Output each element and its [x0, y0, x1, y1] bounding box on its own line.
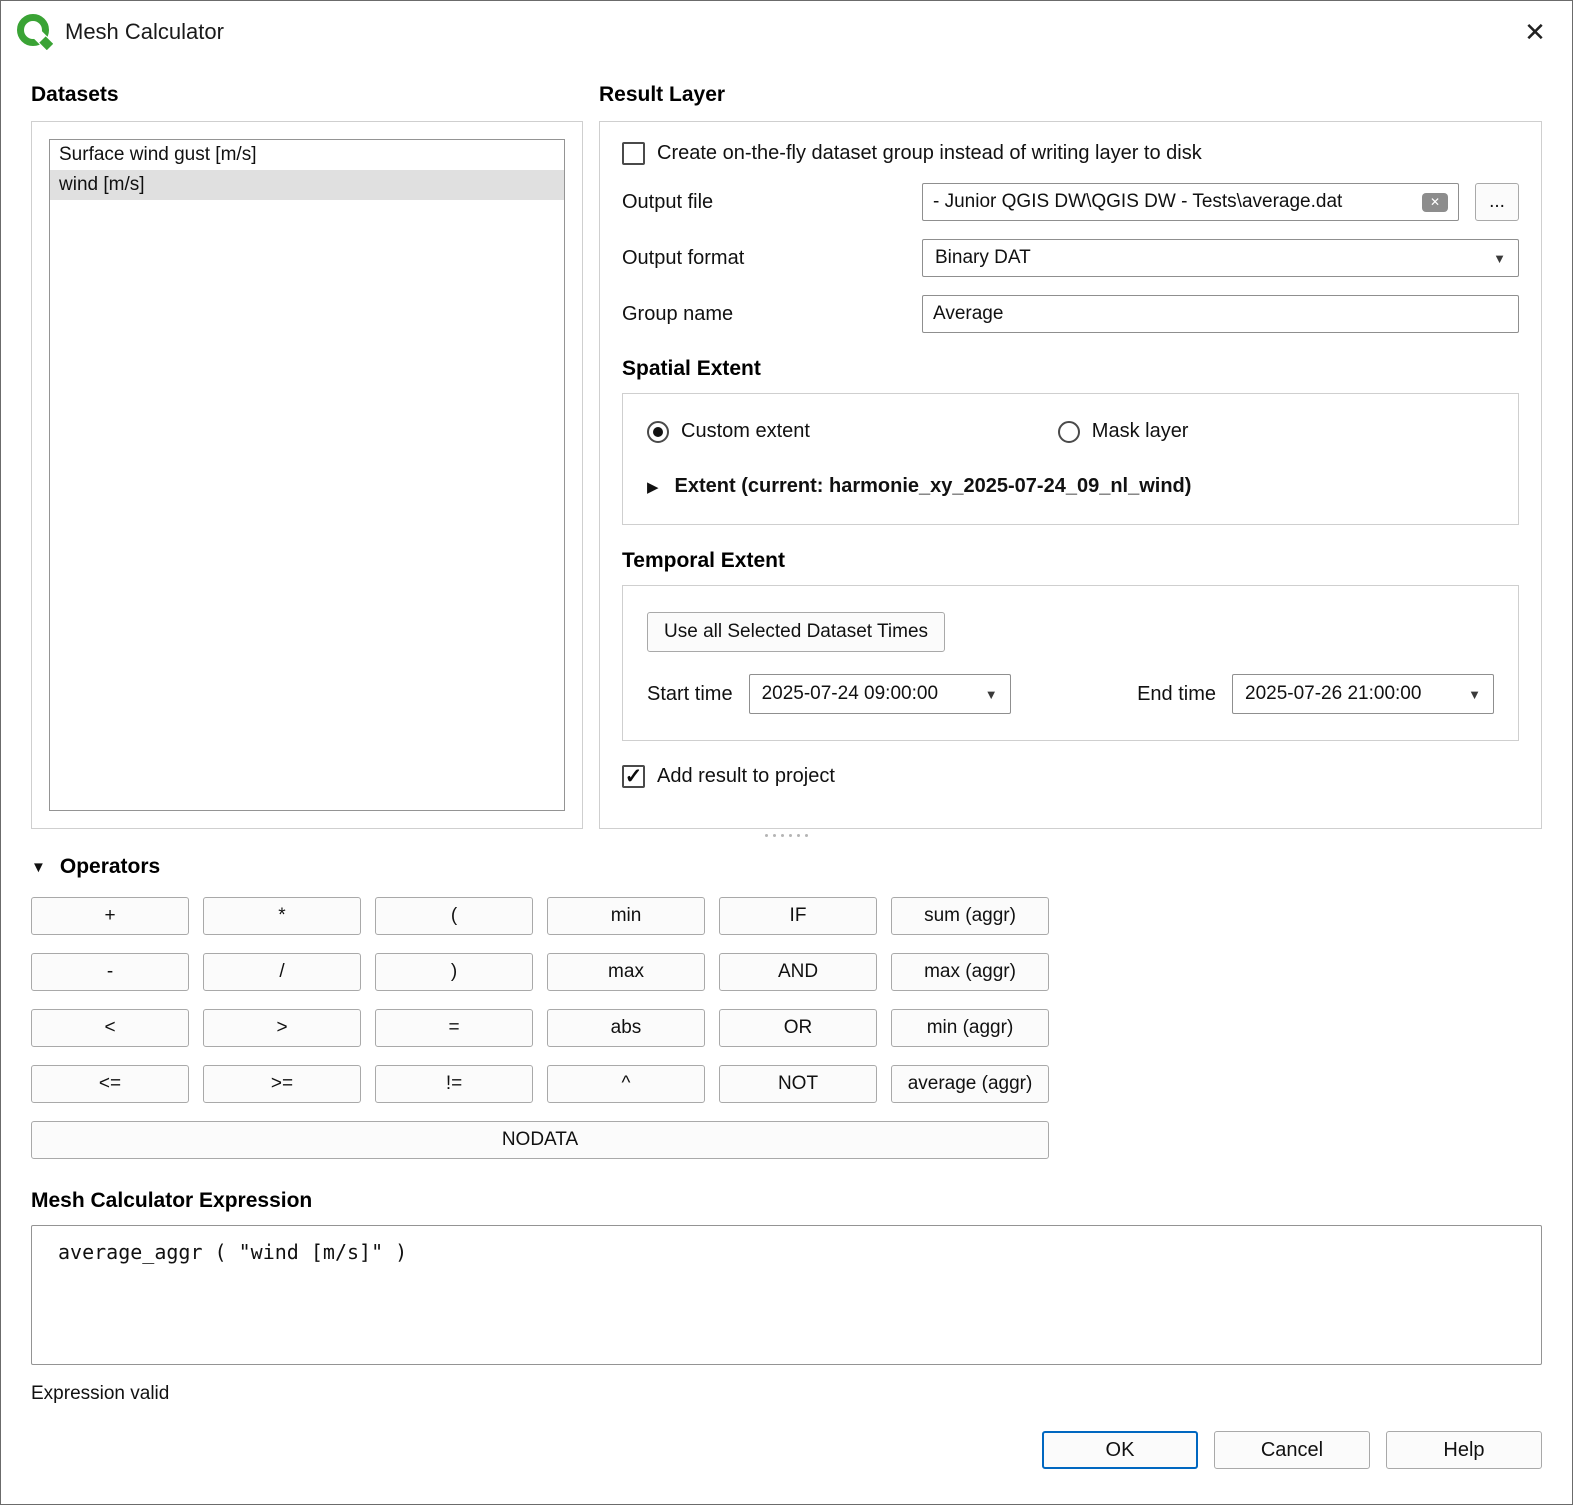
operator-button[interactable]: NOT: [719, 1065, 877, 1103]
operator-button[interactable]: max: [547, 953, 705, 991]
output-format-label: Output format: [622, 247, 922, 270]
operator-button[interactable]: >: [203, 1009, 361, 1047]
end-time-value: 2025-07-26 21:00:00: [1245, 683, 1421, 705]
temporal-extent-group: Use all Selected Dataset Times Start tim…: [622, 585, 1519, 741]
operator-button[interactable]: ^: [547, 1065, 705, 1103]
list-item[interactable]: wind [m/s]: [50, 170, 564, 200]
expression-editor[interactable]: average_aggr ( "wind [m/s]" ): [31, 1225, 1542, 1365]
output-file-value: - Junior QGIS DW\QGIS DW - Tests\average…: [933, 191, 1414, 213]
operator-button[interactable]: OR: [719, 1009, 877, 1047]
add-result-checkbox[interactable]: ✓: [622, 765, 645, 788]
output-file-field[interactable]: - Junior QGIS DW\QGIS DW - Tests\average…: [922, 183, 1459, 221]
operator-button[interactable]: AND: [719, 953, 877, 991]
on-the-fly-checkbox[interactable]: [622, 142, 645, 165]
extent-current-label: Extent (current: harmonie_xy_2025-07-24_…: [675, 475, 1192, 498]
operator-button[interactable]: sum (aggr): [891, 897, 1049, 935]
add-result-row: ✓ Add result to project: [622, 765, 1519, 788]
operator-button[interactable]: =: [375, 1009, 533, 1047]
chevron-down-icon: ▼: [1468, 687, 1481, 702]
operator-button[interactable]: IF: [719, 897, 877, 935]
group-name-label: Group name: [622, 303, 922, 326]
splitter-handle[interactable]: [31, 831, 1542, 839]
output-file-label: Output file: [622, 191, 922, 214]
operator-button[interactable]: average (aggr): [891, 1065, 1049, 1103]
expression-heading: Mesh Calculator Expression: [31, 1189, 1542, 1213]
expression-status: Expression valid: [31, 1383, 1542, 1405]
use-all-dataset-times-button[interactable]: Use all Selected Dataset Times: [647, 612, 945, 652]
datasets-heading: Datasets: [31, 83, 583, 107]
start-time-value: 2025-07-24 09:00:00: [762, 683, 938, 705]
custom-extent-radio[interactable]: Custom extent: [647, 420, 1058, 443]
custom-extent-label: Custom extent: [681, 420, 810, 443]
check-icon: ✓: [625, 766, 643, 787]
clear-field-icon[interactable]: ✕: [1422, 193, 1448, 212]
chevron-right-icon[interactable]: ▶: [647, 478, 659, 496]
operator-button[interactable]: /: [203, 953, 361, 991]
datasets-list[interactable]: Surface wind gust [m/s]wind [m/s]: [49, 139, 565, 811]
result-layer-heading: Result Layer: [599, 83, 1542, 107]
dialog-title: Mesh Calculator: [65, 19, 224, 45]
operator-button[interactable]: +: [31, 897, 189, 935]
operator-button[interactable]: *: [203, 897, 361, 935]
close-icon[interactable]: ✕: [1512, 9, 1558, 55]
output-file-row: Output file - Junior QGIS DW\QGIS DW - T…: [622, 183, 1519, 221]
group-name-input[interactable]: [922, 295, 1519, 333]
browse-button[interactable]: ...: [1475, 183, 1519, 221]
output-format-value: Binary DAT: [935, 247, 1031, 269]
operator-button[interactable]: >=: [203, 1065, 361, 1103]
operator-button[interactable]: (: [375, 897, 533, 935]
list-item[interactable]: Surface wind gust [m/s]: [50, 140, 564, 170]
operator-button[interactable]: abs: [547, 1009, 705, 1047]
end-time-label: End time: [1137, 683, 1216, 706]
operator-button[interactable]: <=: [31, 1065, 189, 1103]
spatial-extent-group: Custom extent Mask layer ▶ Extent (curre…: [622, 393, 1519, 525]
titlebar: Mesh Calculator ✕: [1, 1, 1572, 63]
output-format-row: Output format Binary DAT ▼: [622, 239, 1519, 277]
qgis-logo-icon: [17, 14, 53, 50]
operator-button[interactable]: -: [31, 953, 189, 991]
operator-button[interactable]: min: [547, 897, 705, 935]
operators-grid: +*(minIFsum (aggr)-/)maxANDmax (aggr)<>=…: [31, 897, 1542, 1159]
temporal-extent-heading: Temporal Extent: [622, 549, 1519, 573]
chevron-down-icon: ▼: [1493, 251, 1506, 266]
start-time-dropdown[interactable]: 2025-07-24 09:00:00 ▼: [749, 674, 1011, 714]
extent-expander[interactable]: ▶ Extent (current: harmonie_xy_2025-07-2…: [647, 475, 1494, 498]
output-format-dropdown[interactable]: Binary DAT ▼: [922, 239, 1519, 277]
footer-buttons: OK Cancel Help: [1, 1405, 1572, 1469]
add-result-label: Add result to project: [657, 765, 835, 788]
operators-heading: Operators: [60, 855, 160, 879]
group-name-row: Group name: [622, 295, 1519, 333]
operator-button[interactable]: <: [31, 1009, 189, 1047]
on-the-fly-row: Create on-the-fly dataset group instead …: [622, 142, 1519, 165]
chevron-down-icon: ▼: [985, 687, 998, 702]
on-the-fly-label: Create on-the-fly dataset group instead …: [657, 142, 1202, 165]
operators-expander[interactable]: ▼ Operators: [31, 855, 1542, 879]
help-button[interactable]: Help: [1386, 1431, 1542, 1469]
start-time-label: Start time: [647, 683, 733, 706]
mask-layer-label: Mask layer: [1092, 420, 1189, 443]
mesh-calculator-dialog: Mesh Calculator ✕ Datasets Surface wind …: [0, 0, 1573, 1505]
result-layer-panel: Create on-the-fly dataset group instead …: [599, 121, 1542, 829]
end-time-dropdown[interactable]: 2025-07-26 21:00:00 ▼: [1232, 674, 1494, 714]
operator-button[interactable]: !=: [375, 1065, 533, 1103]
spatial-extent-heading: Spatial Extent: [622, 357, 1519, 381]
datasets-panel: Surface wind gust [m/s]wind [m/s]: [31, 121, 583, 829]
radio-unselected-icon[interactable]: [1058, 421, 1080, 443]
operator-button[interactable]: max (aggr): [891, 953, 1049, 991]
nodata-button[interactable]: NODATA: [31, 1121, 1049, 1159]
operator-button[interactable]: min (aggr): [891, 1009, 1049, 1047]
operator-button[interactable]: ): [375, 953, 533, 991]
ok-button[interactable]: OK: [1042, 1431, 1198, 1469]
chevron-down-icon[interactable]: ▼: [31, 859, 46, 876]
radio-selected-icon[interactable]: [647, 421, 669, 443]
mask-layer-radio[interactable]: Mask layer: [1058, 420, 1469, 443]
cancel-button[interactable]: Cancel: [1214, 1431, 1370, 1469]
